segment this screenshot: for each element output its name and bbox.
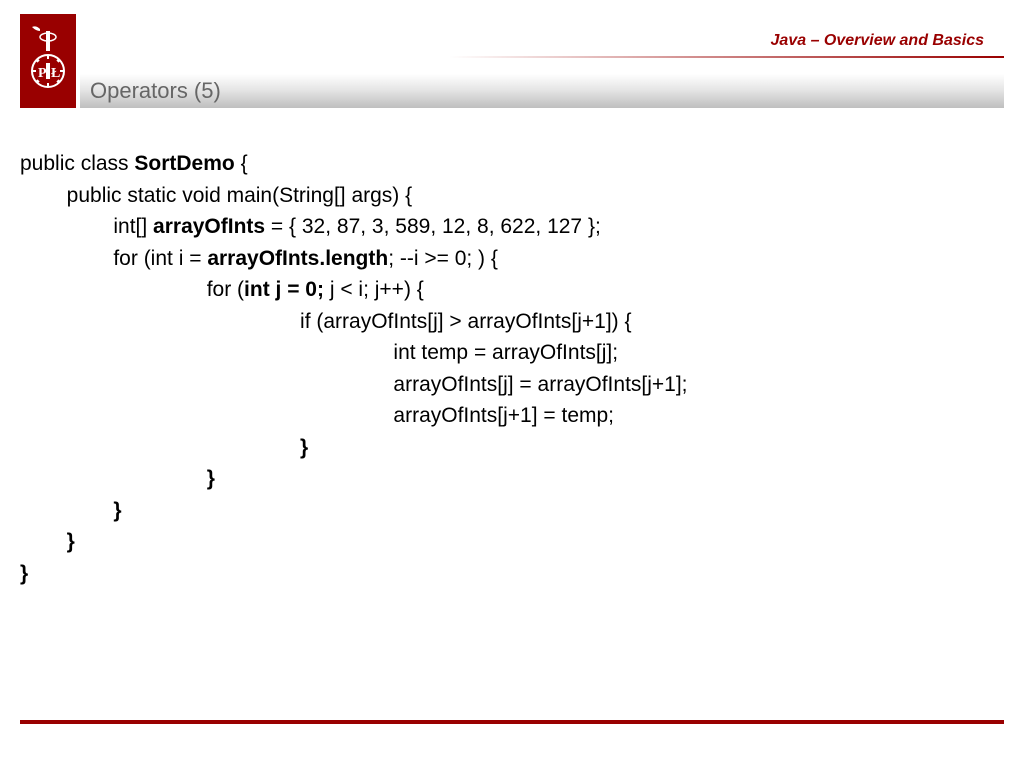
code-line: int[]	[20, 215, 153, 238]
code-bold: arrayOfInts.length	[207, 247, 388, 270]
title-bar: Operators (5)	[80, 74, 1004, 108]
code-line: for (int i =	[20, 247, 207, 270]
code-bold: SortDemo	[134, 152, 234, 175]
code-line: public static void main(String[] args) {	[20, 184, 412, 207]
svg-text:P: P	[38, 66, 47, 81]
code-line: public class	[20, 152, 134, 175]
code-line: j < i; j++) {	[324, 278, 424, 301]
code-bold: }	[20, 467, 215, 490]
university-logo: P Ł	[20, 14, 76, 108]
header-rule	[80, 56, 1004, 58]
code-line: int temp = arrayOfInts[j];	[20, 341, 618, 364]
code-bold: }	[20, 499, 122, 522]
footer-rule	[20, 720, 1004, 724]
slide-title: Operators (5)	[90, 78, 221, 104]
code-bold: arrayOfInts	[153, 215, 265, 238]
code-line: for (	[20, 278, 244, 301]
code-bold: }	[20, 436, 308, 459]
code-line: = { 32, 87, 3, 589, 12, 8, 622, 127 };	[265, 215, 601, 238]
code-line: arrayOfInts[j] = arrayOfInts[j+1];	[20, 373, 688, 396]
code-line: arrayOfInts[j+1] = temp;	[20, 404, 614, 427]
svg-text:Ł: Ł	[51, 66, 60, 81]
course-title: Java – Overview and Basics	[771, 32, 984, 50]
code-bold: }	[20, 530, 75, 553]
code-line: if (arrayOfInts[j] > arrayOfInts[j+1]) {	[20, 310, 632, 333]
code-line: ; --i >= 0; ) {	[388, 247, 498, 270]
code-bold: int j = 0;	[244, 278, 324, 301]
code-line: {	[235, 152, 248, 175]
code-block: public class SortDemo { public static vo…	[20, 148, 1004, 589]
code-bold: }	[20, 562, 28, 585]
